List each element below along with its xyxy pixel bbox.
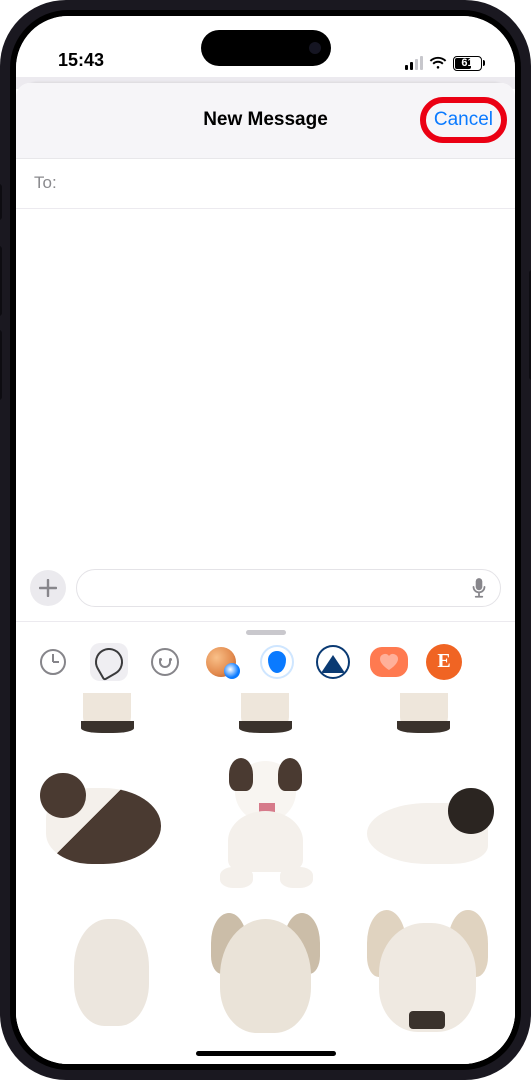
drawer-grabber[interactable] xyxy=(246,630,286,635)
volume-up xyxy=(0,246,2,316)
page-title: New Message xyxy=(203,109,328,131)
app-etsy[interactable]: E xyxy=(426,644,462,680)
compose-input-row xyxy=(16,569,515,621)
memoji-icon xyxy=(206,647,236,677)
mute-switch xyxy=(0,184,2,220)
dynamic-island xyxy=(201,30,331,66)
app-hydration[interactable] xyxy=(258,643,296,681)
volume-down xyxy=(0,330,2,400)
status-indicators: 61 xyxy=(405,56,486,71)
wifi-icon xyxy=(429,56,447,70)
cancel-button[interactable]: Cancel xyxy=(426,105,501,135)
new-message-sheet: New Message Cancel To: xyxy=(16,83,515,1064)
dictation-icon[interactable] xyxy=(470,577,488,599)
plus-icon xyxy=(39,579,57,597)
smiley-icon xyxy=(151,648,179,676)
conversation-area xyxy=(16,209,515,569)
app-heart[interactable] xyxy=(370,647,408,677)
sticker-partial[interactable] xyxy=(77,693,137,733)
sticker-partial[interactable] xyxy=(235,693,295,733)
sticker-dog-head-tan[interactable] xyxy=(28,904,180,1056)
mountain-icon xyxy=(316,645,350,679)
cellular-signal-icon xyxy=(405,56,424,70)
message-input[interactable] xyxy=(89,578,470,598)
drop-icon xyxy=(260,645,294,679)
sticker-partial[interactable] xyxy=(394,693,454,733)
sticker-dog-side-harness[interactable] xyxy=(351,743,503,895)
status-time: 15:43 xyxy=(58,50,104,71)
to-input[interactable] xyxy=(67,173,497,193)
add-button[interactable] xyxy=(30,570,66,606)
app-row[interactable]: E xyxy=(16,643,515,693)
phone-frame: 15:43 61 New Message xyxy=(0,0,531,1080)
to-label: To: xyxy=(34,173,57,193)
message-input-pill[interactable] xyxy=(76,569,501,607)
home-indicator[interactable] xyxy=(196,1051,336,1056)
app-stickers[interactable] xyxy=(90,643,128,681)
sticker-dog-front-tongue-out[interactable] xyxy=(190,743,342,895)
imessage-app-drawer: E xyxy=(16,621,515,1064)
sticker-row-partial xyxy=(28,693,503,733)
sticker-dog-head-teeth[interactable] xyxy=(351,904,503,1056)
heart-icon xyxy=(378,653,400,671)
app-peaks[interactable] xyxy=(314,643,352,681)
battery-indicator: 61 xyxy=(453,56,485,71)
app-recents[interactable] xyxy=(34,643,72,681)
battery-percent: 61 xyxy=(461,57,473,69)
clock-icon xyxy=(40,649,66,675)
sticker-dog-pair-playing[interactable] xyxy=(28,743,180,895)
app-memoji-avatar[interactable] xyxy=(202,643,240,681)
sticker-grid-area[interactable] xyxy=(16,693,515,1064)
sticker-shape-icon xyxy=(90,643,128,681)
nav-bar: New Message Cancel xyxy=(16,83,515,159)
to-field-row[interactable]: To: xyxy=(16,159,515,209)
sticker-dog-head-ears-up[interactable] xyxy=(190,904,342,1056)
app-memoji-smiley[interactable] xyxy=(146,643,184,681)
